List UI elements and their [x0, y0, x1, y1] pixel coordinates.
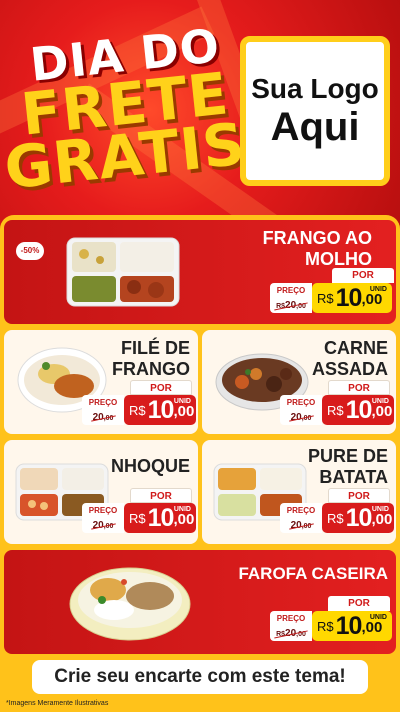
unit-label: UNID — [369, 286, 387, 293]
logo-placeholder[interactable]: Sua Logo Aqui — [240, 36, 390, 186]
product-name-line1: FILÉ DE — [120, 338, 190, 358]
old-price-value: R$20,00 — [276, 628, 306, 639]
price-integer: 10 — [335, 611, 363, 640]
price-integer: 10 — [335, 283, 363, 312]
price-decimal: ,00 — [371, 511, 393, 528]
price-decimal: ,00 — [361, 291, 383, 308]
product-name-line1: FRANGO AO — [262, 228, 372, 248]
product-name-line1: FAROFA CASEIRA — [238, 564, 388, 583]
product-card-nhoque[interactable]: NHOQUE POR PREÇO 20,00 R$ 10 ,00 UNID — [4, 440, 198, 544]
old-price: PREÇO 20,00 — [82, 503, 124, 533]
preco-label: PREÇO — [286, 398, 316, 407]
price-decimal: ,00 — [173, 403, 195, 420]
price-integer: 10 — [345, 503, 373, 532]
old-price: PREÇO 20,00 — [82, 395, 124, 425]
price-box: R$ 10 ,00 UNID — [124, 503, 196, 533]
currency: R$ — [317, 618, 334, 634]
unit-label: UNID — [369, 614, 387, 621]
product-card-file-de-frango[interactable]: FILÉ DE FRANGO POR PREÇO 20,00 R$ 10 ,00… — [4, 330, 198, 434]
por-label: POR — [328, 596, 390, 611]
product-name-line2: BATATA — [319, 466, 388, 487]
old-price-value: 20,00 — [92, 520, 114, 531]
preco-label: PREÇO — [88, 398, 118, 407]
farofa-image — [69, 567, 191, 641]
price-decimal: ,00 — [173, 511, 195, 528]
preco-label: PREÇO — [88, 506, 118, 515]
old-price: PREÇO 20,00 — [280, 395, 322, 425]
por-label: POR — [130, 488, 192, 503]
product-name: PURE DE BATATA — [308, 446, 388, 487]
price-box: R$ 10 ,00 UNID — [322, 395, 394, 425]
price-box: R$ 10 ,00 UNID — [312, 283, 392, 313]
product-card-frango-ao-molho[interactable]: -50% FRANGO AO MOLHO POR PREÇO R$20,00 R… — [4, 220, 396, 324]
price-box: R$ 10 ,00 UNID — [322, 503, 394, 533]
product-card-carne-assada[interactable]: CARNE ASSADA POR PREÇO 20,00 R$ 10 ,00 U… — [202, 330, 396, 434]
product-name-line2: FRANGO — [112, 358, 190, 379]
product-name: FAROFA CASEIRA — [238, 564, 388, 584]
product-name: FILÉ DE FRANGO — [112, 338, 190, 379]
price-decimal: ,00 — [371, 403, 393, 420]
footer-disclaimer: *Imagens Meramente Ilustrativas — [0, 696, 400, 712]
currency: R$ — [327, 402, 344, 418]
product-name-line2: MOLHO — [305, 248, 372, 269]
preco-label: PREÇO — [286, 506, 316, 515]
price-box: R$ 10 ,00 UNID — [312, 611, 392, 641]
discount-badge: -50% — [16, 242, 44, 260]
currency: R$ — [317, 290, 334, 306]
product-card-pure-de-batata[interactable]: PURE DE BATATA POR PREÇO 20,00 R$ 10 ,00… — [202, 440, 396, 544]
product-name: NHOQUE — [111, 456, 190, 477]
unit-label: UNID — [371, 398, 389, 405]
por-label: POR — [328, 488, 390, 503]
product-name-line2: ASSADA — [311, 358, 388, 379]
old-price-value: 20,00 — [290, 412, 312, 423]
preco-label: PREÇO — [276, 286, 306, 295]
product-name-line1: NHOQUE — [110, 456, 190, 476]
cta-banner[interactable]: Crie seu encarte com este tema! — [32, 660, 368, 694]
currency: R$ — [327, 510, 344, 526]
por-label: POR — [332, 268, 394, 283]
logo-text-line2: Aqui — [270, 104, 360, 149]
price-decimal: ,00 — [361, 619, 383, 636]
unit-label: UNID — [371, 506, 389, 513]
old-price-value: 20,00 — [92, 412, 114, 423]
hero-banner: DIA DO FRETE GRATIS Sua Logo Aqui — [0, 0, 400, 225]
old-price: PREÇO 20,00 — [280, 503, 322, 533]
preco-label: PREÇO — [276, 614, 306, 623]
price-integer: 10 — [147, 395, 175, 424]
currency: R$ — [129, 510, 146, 526]
product-name-line1: PURE DE — [307, 446, 388, 466]
frango-molho-image — [66, 237, 180, 307]
por-label: POR — [130, 380, 192, 395]
logo-text-line1: Sua Logo — [251, 72, 379, 104]
product-name-line1: CARNE — [323, 338, 388, 358]
unit-label: UNID — [173, 398, 191, 405]
old-price: PREÇO R$20,00 — [270, 611, 312, 641]
product-name: CARNE ASSADA — [312, 338, 388, 379]
por-label: POR — [328, 380, 390, 395]
price-integer: 10 — [147, 503, 175, 532]
product-name: FRANGO AO MOLHO — [263, 228, 372, 269]
unit-label: UNID — [173, 506, 191, 513]
product-card-farofa-caseira[interactable]: FAROFA CASEIRA POR PREÇO R$20,00 R$ 10 ,… — [4, 550, 396, 654]
currency: R$ — [129, 402, 146, 418]
old-price-value: 20,00 — [290, 520, 312, 531]
old-price-value: R$20,00 — [276, 300, 306, 311]
old-price: PREÇO R$20,00 — [270, 283, 312, 313]
price-box: R$ 10 ,00 UNID — [124, 395, 196, 425]
price-integer: 10 — [345, 395, 373, 424]
